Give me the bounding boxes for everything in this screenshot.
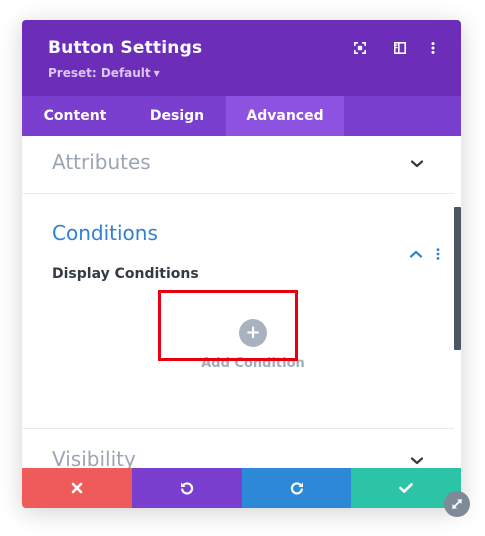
plus-icon[interactable]: + <box>239 319 267 347</box>
modal-footer <box>22 468 461 508</box>
sidebar-toggle-icon[interactable] <box>392 40 408 56</box>
button-settings-modal: Button Settings Preset: Default ▼ Conten… <box>22 20 461 508</box>
chevron-down-icon[interactable] <box>410 159 424 169</box>
undo-button[interactable] <box>132 468 242 508</box>
chevron-up-icon[interactable] <box>409 249 423 259</box>
resize-handle[interactable] <box>444 491 470 517</box>
redo-button[interactable] <box>242 468 351 508</box>
section-options-icon[interactable] <box>436 248 440 260</box>
settings-body: Attributes Conditions Display Conditions… <box>22 136 461 468</box>
preset-label: Preset: Default <box>48 66 151 80</box>
check-icon <box>399 483 413 493</box>
preset-dropdown[interactable]: Preset: Default ▼ <box>48 66 160 80</box>
more-vertical-icon[interactable] <box>425 40 441 56</box>
tab-design[interactable]: Design <box>128 96 226 136</box>
resize-icon <box>452 499 462 509</box>
divider <box>22 428 454 429</box>
tab-advanced[interactable]: Advanced <box>226 96 344 136</box>
section-title-conditions[interactable]: Conditions <box>52 221 158 245</box>
add-condition-label[interactable]: Add Condition <box>180 356 326 371</box>
tab-content[interactable]: Content <box>22 96 128 136</box>
section-title-visibility: Visibility <box>52 447 136 468</box>
caret-down-icon: ▼ <box>153 69 160 78</box>
modal-title: Button Settings <box>48 38 203 58</box>
tab-bar: Content Design Advanced <box>22 96 461 136</box>
close-icon <box>71 482 83 494</box>
scrollbar-thumb[interactable] <box>454 207 461 350</box>
display-conditions-label: Display Conditions <box>52 266 199 282</box>
discard-button[interactable] <box>22 468 132 508</box>
add-condition-button[interactable]: + Add Condition <box>180 308 320 379</box>
undo-icon <box>181 482 194 495</box>
divider <box>22 193 454 194</box>
chevron-down-icon[interactable] <box>410 456 424 466</box>
section-title-attributes: Attributes <box>52 150 151 174</box>
redo-icon <box>290 482 303 495</box>
expand-icon[interactable] <box>352 40 368 56</box>
modal-header: Button Settings Preset: Default ▼ <box>22 20 461 96</box>
